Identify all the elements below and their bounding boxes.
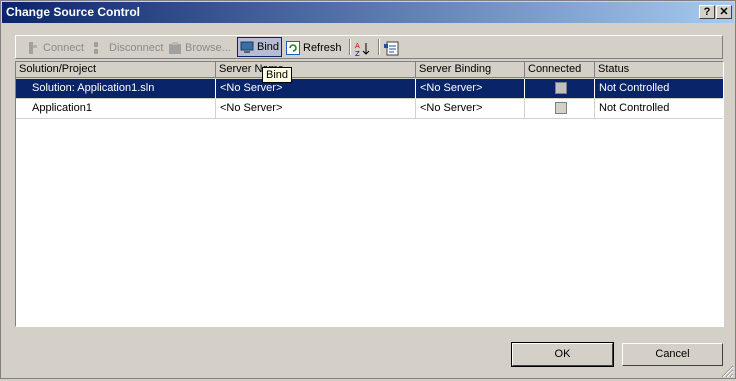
ok-button[interactable]: OK [511, 342, 614, 367]
server-name-cell: <No Server> [216, 79, 416, 99]
connected-checkbox[interactable] [555, 82, 567, 94]
bind-button[interactable]: Bind [237, 37, 282, 57]
sort-az-icon: AZ [355, 41, 370, 58]
refresh-button[interactable]: Refresh [286, 39, 342, 57]
table-row[interactable]: Application1 <No Server> <No Server> Not… [16, 99, 723, 119]
window-title: Change Source Control [6, 5, 141, 19]
sort-button[interactable]: AZ [355, 39, 370, 58]
server-name-cell: <No Server> [216, 99, 416, 119]
refresh-icon [286, 41, 300, 55]
bind-icon [240, 40, 254, 54]
disconnect-icon [92, 41, 106, 55]
properties-button[interactable] [384, 39, 399, 57]
column-header-connected[interactable]: Connected [525, 62, 595, 78]
server-binding-cell: <No Server> [416, 79, 525, 99]
connect-button[interactable]: Connect [26, 39, 84, 57]
column-header-server-name[interactable]: Server Name [216, 62, 416, 78]
server-binding-cell: <No Server> [416, 99, 525, 119]
title-bar[interactable]: Change Source Control ? ✕ [2, 2, 734, 23]
project-cell: Application1 [16, 99, 216, 119]
connected-checkbox[interactable] [555, 102, 567, 114]
browse-icon [168, 41, 182, 55]
toolbar: Connect Disconnect Browse... Bind Refres… [15, 35, 723, 59]
connected-cell [525, 79, 595, 99]
browse-label: Browse... [185, 42, 231, 54]
properties-icon [384, 41, 399, 56]
toolbar-separator [378, 39, 380, 55]
connect-label: Connect [43, 42, 84, 54]
change-source-control-dialog: Change Source Control ? ✕ Connect Discon… [0, 0, 736, 379]
bind-label: Bind [257, 41, 280, 53]
disconnect-label: Disconnect [109, 42, 164, 54]
svg-text:Z: Z [355, 50, 360, 57]
column-header-status[interactable]: Status [595, 62, 723, 78]
disconnect-button[interactable]: Disconnect [92, 39, 163, 57]
status-cell: Not Controlled [595, 99, 723, 119]
resize-grip-icon[interactable] [720, 364, 734, 378]
bind-tooltip: Bind [262, 67, 293, 83]
cancel-button[interactable]: Cancel [622, 343, 723, 366]
close-button[interactable]: ✕ [716, 5, 732, 19]
source-control-grid: Solution/Project Server Name Server Bind… [15, 61, 724, 327]
project-cell: Solution: Application1.sln [16, 79, 216, 99]
column-header-solution-project[interactable]: Solution/Project [16, 62, 216, 78]
browse-button[interactable]: Browse... [168, 39, 231, 57]
column-header-server-binding[interactable]: Server Binding [416, 62, 525, 78]
status-cell: Not Controlled [595, 79, 723, 99]
svg-text:A: A [355, 42, 360, 50]
help-button[interactable]: ? [699, 5, 715, 19]
grid-header: Solution/Project Server Name Server Bind… [16, 62, 723, 79]
connect-icon [26, 41, 40, 55]
connected-cell [525, 99, 595, 119]
refresh-label: Refresh [303, 42, 342, 54]
toolbar-separator [349, 39, 351, 55]
table-row[interactable]: Solution: Application1.sln <No Server> <… [16, 79, 723, 99]
